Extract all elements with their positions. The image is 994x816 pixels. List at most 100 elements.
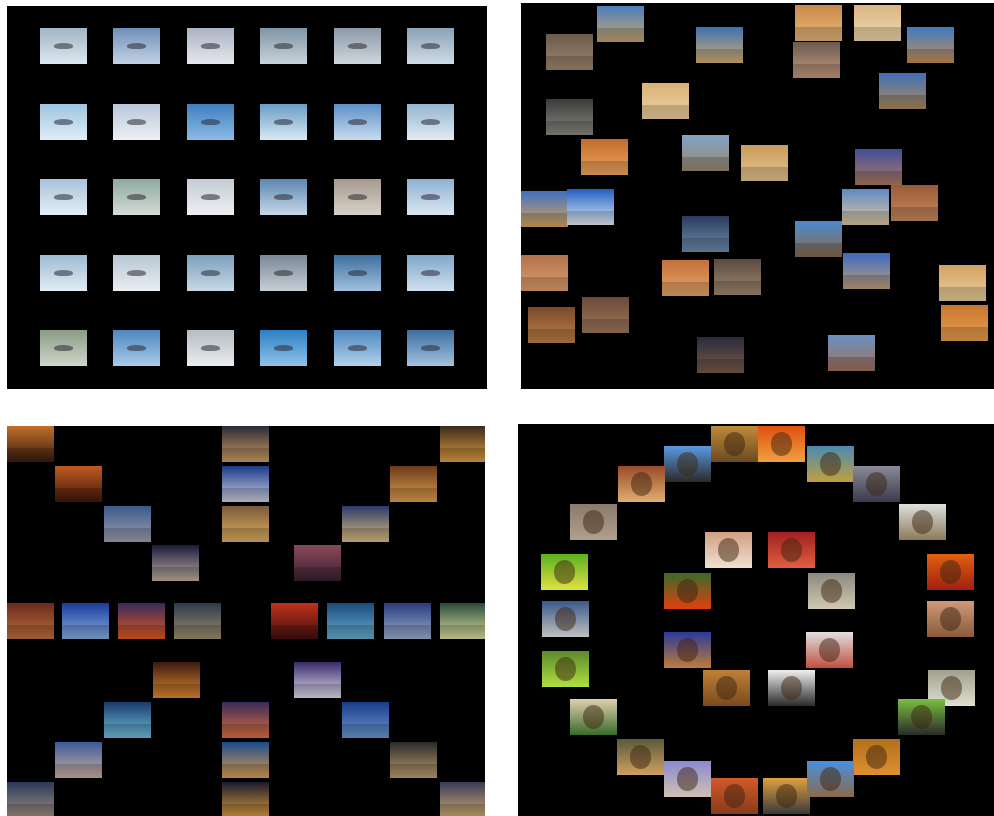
thumbnail-image <box>104 506 151 542</box>
thumbnail-image <box>546 99 593 135</box>
thumbnail-image <box>440 603 485 639</box>
thumbnail-image <box>570 504 617 540</box>
thumbnail-image <box>55 466 102 502</box>
thumbnail-image <box>617 739 664 775</box>
thumbnail-image <box>7 603 54 639</box>
thumbnail-image <box>763 778 810 814</box>
thumbnail-image <box>40 330 87 366</box>
thumbnail-image <box>898 699 945 735</box>
thumbnail-image <box>854 5 901 41</box>
thumbnail-image <box>40 179 87 215</box>
thumbnail-image <box>842 189 889 225</box>
thumbnail-image <box>222 742 269 778</box>
thumbnail-image <box>907 27 954 63</box>
thumbnail-image <box>758 426 805 462</box>
thumbnail-image <box>528 307 575 343</box>
thumbnail-image <box>407 330 454 366</box>
thumbnail-image <box>711 426 758 462</box>
thumbnail-image <box>618 466 665 502</box>
thumbnail-image <box>222 702 269 738</box>
animal-image-ring <box>518 424 994 816</box>
thumbnail-image <box>807 761 854 797</box>
thumbnail-image <box>55 742 102 778</box>
thumbnail-image <box>711 778 758 814</box>
thumbnail-image <box>294 662 341 698</box>
thumbnail-image <box>541 554 588 590</box>
thumbnail-image <box>642 83 689 119</box>
thumbnail-image <box>104 702 151 738</box>
thumbnail-image <box>853 739 900 775</box>
thumbnail-image <box>570 699 617 735</box>
thumbnail-image <box>582 297 629 333</box>
thumbnail-image <box>927 601 974 637</box>
thumbnail-image <box>440 782 485 816</box>
thumbnail-image <box>843 253 890 289</box>
thumbnail-image <box>703 670 750 706</box>
thumbnail-image <box>682 135 729 171</box>
thumbnail-image <box>664 446 711 482</box>
thumbnail-image <box>187 255 234 291</box>
thumbnail-image <box>941 305 988 341</box>
thumbnail-image <box>696 27 743 63</box>
thumbnail-image <box>795 221 842 257</box>
thumbnail-image <box>334 330 381 366</box>
thumbnail-image <box>542 651 589 687</box>
thumbnail-image <box>113 179 160 215</box>
thumbnail-image <box>40 255 87 291</box>
thumbnail-image <box>187 330 234 366</box>
thumbnail-image <box>828 335 875 371</box>
thumbnail-image <box>384 603 431 639</box>
thumbnail-image <box>521 191 568 227</box>
thumbnail-image <box>113 104 160 140</box>
thumbnail-image <box>334 28 381 64</box>
thumbnail-image <box>62 603 109 639</box>
thumbnail-image <box>113 28 160 64</box>
thumbnail-image <box>407 255 454 291</box>
thumbnail-image <box>113 255 160 291</box>
thumbnail-image <box>927 554 974 590</box>
thumbnail-image <box>567 189 614 225</box>
thumbnail-image <box>260 255 307 291</box>
thumbnail-image <box>152 545 199 581</box>
thumbnail-image <box>390 466 437 502</box>
thumbnail-image <box>334 255 381 291</box>
thumbnail-image <box>342 702 389 738</box>
thumbnail-image <box>807 446 854 482</box>
thumbnail-image <box>853 466 900 502</box>
thumbnail-image <box>939 265 986 301</box>
thumbnail-image <box>260 104 307 140</box>
thumbnail-image <box>806 632 853 668</box>
thumbnail-image <box>260 179 307 215</box>
thumbnail-image <box>542 601 589 637</box>
desert-image-scatter <box>521 3 994 389</box>
thumbnail-image <box>327 603 374 639</box>
thumbnail-image <box>891 185 938 221</box>
thumbnail-image <box>118 603 165 639</box>
thumbnail-image <box>899 504 946 540</box>
thumbnail-image <box>662 260 709 296</box>
thumbnail-image <box>342 506 389 542</box>
thumbnail-image <box>222 782 269 816</box>
thumbnail-image <box>187 179 234 215</box>
thumbnail-image <box>222 506 269 542</box>
thumbnail-image <box>664 573 711 609</box>
thumbnail-image <box>793 42 840 78</box>
thumbnail-image <box>271 603 318 639</box>
thumbnail-image <box>113 330 160 366</box>
thumbnail-image <box>7 782 54 816</box>
thumbnail-image <box>222 426 269 462</box>
thumbnail-image <box>260 28 307 64</box>
thumbnail-image <box>581 139 628 175</box>
thumbnail-image <box>664 632 711 668</box>
thumbnail-image <box>40 104 87 140</box>
thumbnail-image <box>222 466 269 502</box>
thumbnail-image <box>407 179 454 215</box>
thumbnail-image <box>879 73 926 109</box>
thumbnail-image <box>768 532 815 568</box>
thumbnail-image <box>705 532 752 568</box>
thumbnail-image <box>7 426 54 462</box>
thumbnail-image <box>855 149 902 185</box>
thumbnail-image <box>334 104 381 140</box>
thumbnail-image <box>407 104 454 140</box>
thumbnail-image <box>546 34 593 70</box>
